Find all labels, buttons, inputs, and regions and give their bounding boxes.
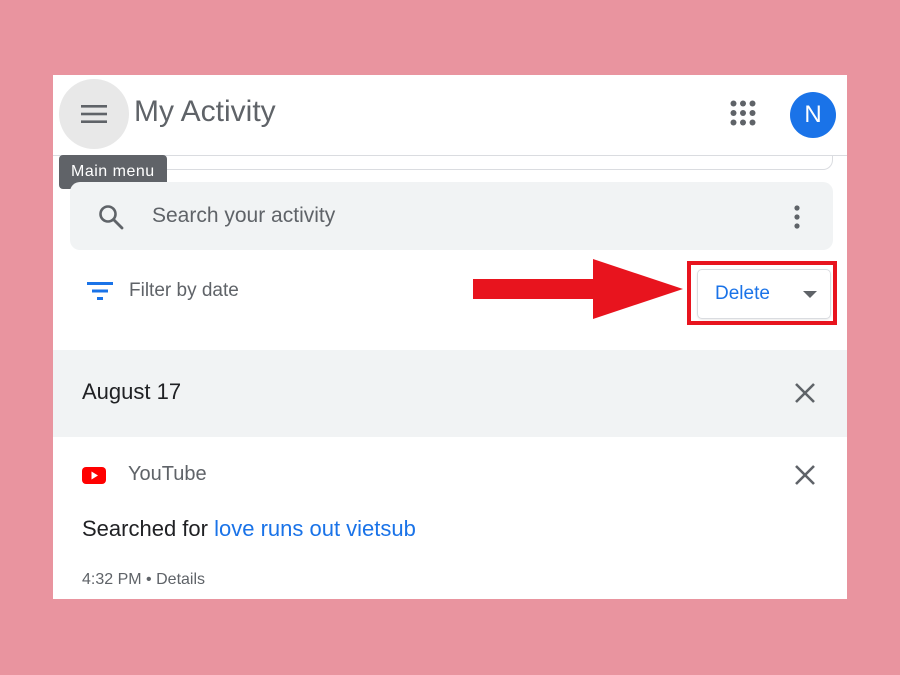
more-vert-icon[interactable]	[793, 205, 801, 229]
meta-separator: •	[146, 571, 152, 588]
item-description: Searched for love runs out vietsub	[82, 516, 416, 542]
filter-icon	[87, 282, 113, 300]
activity-screen: My Activity N Main menu Filter by date	[53, 75, 847, 599]
delete-label: Delete	[715, 283, 770, 304]
item-source: YouTube	[128, 463, 207, 485]
youtube-icon	[82, 467, 106, 484]
item-meta: 4:32 PM • Details	[82, 571, 205, 589]
main-menu-button[interactable]	[59, 79, 129, 149]
delete-button[interactable]: Delete	[697, 269, 831, 319]
card-edge-divider	[80, 155, 833, 170]
search-bar[interactable]	[70, 182, 833, 250]
avatar[interactable]: N	[790, 92, 836, 138]
filter-label: Filter by date	[129, 280, 239, 301]
red-arrow-annotation	[473, 259, 683, 319]
page-title: My Activity	[134, 95, 276, 128]
date-group-header: August 17	[53, 350, 847, 437]
dropdown-caret-icon	[803, 291, 817, 298]
search-query-link[interactable]: love runs out vietsub	[214, 516, 416, 541]
item-time: 4:32 PM	[82, 571, 142, 588]
item-details-link[interactable]: Details	[156, 571, 205, 588]
close-icon[interactable]	[794, 382, 816, 404]
filter-by-date-button[interactable]: Filter by date	[87, 280, 239, 302]
date-label: August 17	[82, 379, 182, 404]
close-icon[interactable]	[794, 464, 816, 486]
search-icon	[99, 205, 124, 230]
menu-icon	[81, 105, 107, 123]
item-action: Searched for	[82, 516, 208, 541]
top-bar: My Activity N	[53, 75, 847, 156]
search-input[interactable]	[152, 202, 712, 230]
apps-grid-icon[interactable]	[730, 100, 756, 126]
